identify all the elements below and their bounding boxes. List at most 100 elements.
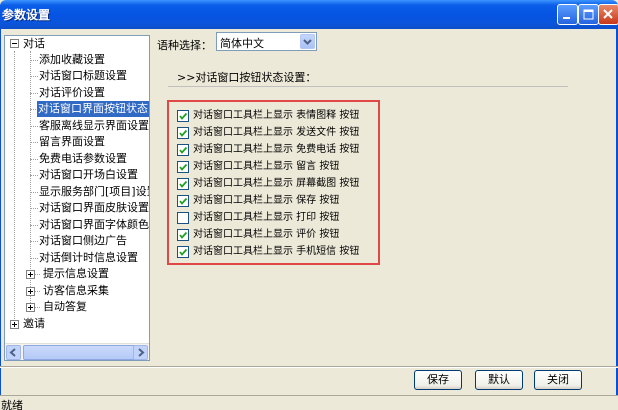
checkbox-send-file-row[interactable]: 对话窗口工具栏上显示 发送文件 按钮 bbox=[177, 126, 359, 142]
tree-item-countdown[interactable]: 对话倒计时信息设置 bbox=[38, 250, 139, 266]
tree-item-window-title[interactable]: 对话窗口标题设置 bbox=[38, 68, 128, 84]
checkmark-icon bbox=[179, 248, 188, 256]
checkbox-print[interactable] bbox=[177, 211, 189, 224]
tree-item-rating[interactable]: 对话评价设置 bbox=[38, 85, 106, 101]
tree-expand-icon[interactable] bbox=[26, 303, 35, 312]
tree-connector bbox=[30, 76, 38, 77]
section-divider bbox=[168, 86, 568, 87]
minimize-button[interactable] bbox=[557, 4, 578, 25]
tree-connector bbox=[30, 208, 38, 209]
tree-item-auto-reply[interactable]: 自动答复 bbox=[42, 299, 88, 315]
language-dropdown-button[interactable] bbox=[300, 34, 315, 49]
tree-item-add-favorite[interactable]: 添加收藏设置 bbox=[38, 52, 106, 68]
checkbox-rating[interactable] bbox=[177, 228, 189, 241]
chevron-left-icon bbox=[9, 348, 16, 357]
tree-item-font-color[interactable]: 对话窗口界面字体颜色 bbox=[38, 217, 149, 233]
section-title: >>对话窗口按钮状态设置： bbox=[177, 71, 317, 84]
checkbox-save-row[interactable]: 对话窗口工具栏上显示 保存 按钮 bbox=[177, 194, 339, 210]
checkbox-send-file[interactable] bbox=[177, 126, 189, 139]
tree-connector bbox=[35, 307, 40, 308]
scroll-right-button[interactable] bbox=[133, 345, 148, 360]
tree-connector bbox=[35, 274, 40, 275]
scroll-left-button[interactable] bbox=[6, 345, 21, 360]
checkbox-free-call[interactable] bbox=[177, 143, 189, 156]
tree-connector bbox=[30, 258, 38, 259]
default-button[interactable]: 默认 bbox=[475, 370, 523, 390]
checkbox-free-call-row[interactable]: 对话窗口工具栏上显示 免费电话 按钮 bbox=[177, 143, 359, 159]
checkbox-emoticon-row[interactable]: 对话窗口工具栏上显示 表情图释 按钮 bbox=[177, 109, 359, 125]
checkmark-icon bbox=[179, 146, 188, 154]
checkbox-label: 对话窗口工具栏上显示 打印 按钮 bbox=[193, 212, 340, 223]
maximize-button[interactable] bbox=[578, 4, 599, 25]
tree-collapse-icon[interactable] bbox=[10, 39, 19, 48]
checkbox-sms-row[interactable]: 对话窗口工具栏上显示 手机短信 按钮 bbox=[177, 245, 359, 261]
tree-connector bbox=[30, 60, 38, 61]
checkbox-label: 对话窗口工具栏上显示 免费电话 按钮 bbox=[193, 144, 360, 155]
checkmark-icon bbox=[179, 197, 188, 205]
settings-tree[interactable]: 对话 添加收藏设置 对话窗口标题设置 对话评价设置 对话窗口界面按钮状态 客服离… bbox=[4, 35, 150, 361]
language-select[interactable]: 简体中文 bbox=[216, 32, 317, 51]
tree-item-button-state[interactable]: 对话窗口界面按钮状态 bbox=[37, 101, 149, 117]
tree-item-prompt[interactable]: 提示信息设置 bbox=[42, 266, 110, 282]
checkbox-emoticon[interactable] bbox=[177, 109, 189, 122]
tree-connector bbox=[30, 225, 38, 226]
tree-connector bbox=[30, 241, 38, 242]
checkmark-icon bbox=[179, 129, 188, 137]
status-bar: 就绪 bbox=[0, 395, 618, 410]
tree-connector bbox=[35, 291, 40, 292]
maximize-icon bbox=[583, 9, 594, 20]
checkbox-screenshot[interactable] bbox=[177, 177, 189, 190]
button-state-group: 对话窗口工具栏上显示 表情图释 按钮 对话窗口工具栏上显示 发送文件 按钮 对话… bbox=[167, 100, 380, 265]
language-label: 语种选择： bbox=[157, 39, 212, 52]
checkbox-save[interactable] bbox=[177, 194, 189, 207]
checkmark-icon bbox=[179, 163, 188, 171]
tree-item-message-ui[interactable]: 留言界面设置 bbox=[38, 134, 106, 150]
checkbox-print-row[interactable]: 对话窗口工具栏上显示 打印 按钮 bbox=[177, 211, 339, 227]
tree-connector bbox=[30, 93, 38, 94]
tree-expand-icon[interactable] bbox=[10, 320, 19, 329]
close-icon bbox=[603, 9, 613, 19]
tree-connector bbox=[30, 192, 38, 193]
checkbox-label: 对话窗口工具栏上显示 保存 按钮 bbox=[193, 195, 340, 206]
checkbox-label: 对话窗口工具栏上显示 评价 按钮 bbox=[193, 229, 340, 240]
tree-connector bbox=[30, 175, 38, 176]
checkbox-screenshot-row[interactable]: 对话窗口工具栏上显示 屏幕截图 按钮 bbox=[177, 177, 359, 193]
chevron-right-icon bbox=[138, 348, 145, 357]
checkbox-label: 对话窗口工具栏上显示 手机短信 按钮 bbox=[193, 246, 360, 257]
tree-connector bbox=[30, 126, 38, 127]
bottom-divider bbox=[0, 366, 618, 368]
close-window-button[interactable] bbox=[598, 4, 618, 25]
checkbox-message[interactable] bbox=[177, 160, 189, 173]
checkbox-sms[interactable] bbox=[177, 245, 189, 258]
language-selected-value: 简体中文 bbox=[220, 37, 264, 50]
save-button[interactable]: 保存 bbox=[414, 370, 462, 390]
tree-connector bbox=[30, 159, 38, 160]
tree-item-side-ad[interactable]: 对话窗口侧边广告 bbox=[38, 233, 128, 249]
tree-expand-icon[interactable] bbox=[26, 287, 35, 296]
checkbox-label: 对话窗口工具栏上显示 发送文件 按钮 bbox=[193, 127, 360, 138]
tree-item-visitor-info[interactable]: 访客信息采集 bbox=[42, 283, 110, 299]
tree-item-dialog[interactable]: 对话 bbox=[22, 36, 46, 52]
checkbox-rating-row[interactable]: 对话窗口工具栏上显示 评价 按钮 bbox=[177, 228, 339, 244]
tree-item-skin[interactable]: 对话窗口界面皮肤设置 bbox=[38, 200, 149, 216]
tree-expand-icon[interactable] bbox=[26, 270, 35, 279]
tree-horizontal-scrollbar[interactable] bbox=[5, 343, 149, 360]
tree-connector bbox=[30, 51, 31, 307]
tree-connector bbox=[30, 142, 38, 143]
checkmark-icon bbox=[179, 180, 188, 188]
tree-item-greeting[interactable]: 对话窗口开场白设置 bbox=[38, 167, 139, 183]
title-bar[interactable]: 参数设置 bbox=[0, 0, 618, 29]
status-text: 就绪 bbox=[1, 399, 23, 410]
checkbox-label: 对话窗口工具栏上显示 表情图释 按钮 bbox=[193, 110, 360, 121]
close-button[interactable]: 关闭 bbox=[534, 370, 582, 390]
chevron-down-icon bbox=[303, 39, 312, 45]
checkmark-icon bbox=[179, 231, 188, 239]
tree-connector bbox=[14, 51, 15, 329]
scroll-thumb[interactable] bbox=[23, 345, 139, 360]
tree-item-offline-display[interactable]: 客服离线显示界面设置 bbox=[38, 118, 149, 134]
tree-item-service-dept[interactable]: 显示服务部门[项目]设置 bbox=[38, 184, 149, 200]
checkbox-message-row[interactable]: 对话窗口工具栏上显示 留言 按钮 bbox=[177, 160, 339, 176]
tree-item-free-call[interactable]: 免费电话参数设置 bbox=[38, 151, 128, 167]
tree-item-invite[interactable]: 邀请 bbox=[22, 316, 46, 332]
minimize-icon bbox=[563, 17, 570, 19]
